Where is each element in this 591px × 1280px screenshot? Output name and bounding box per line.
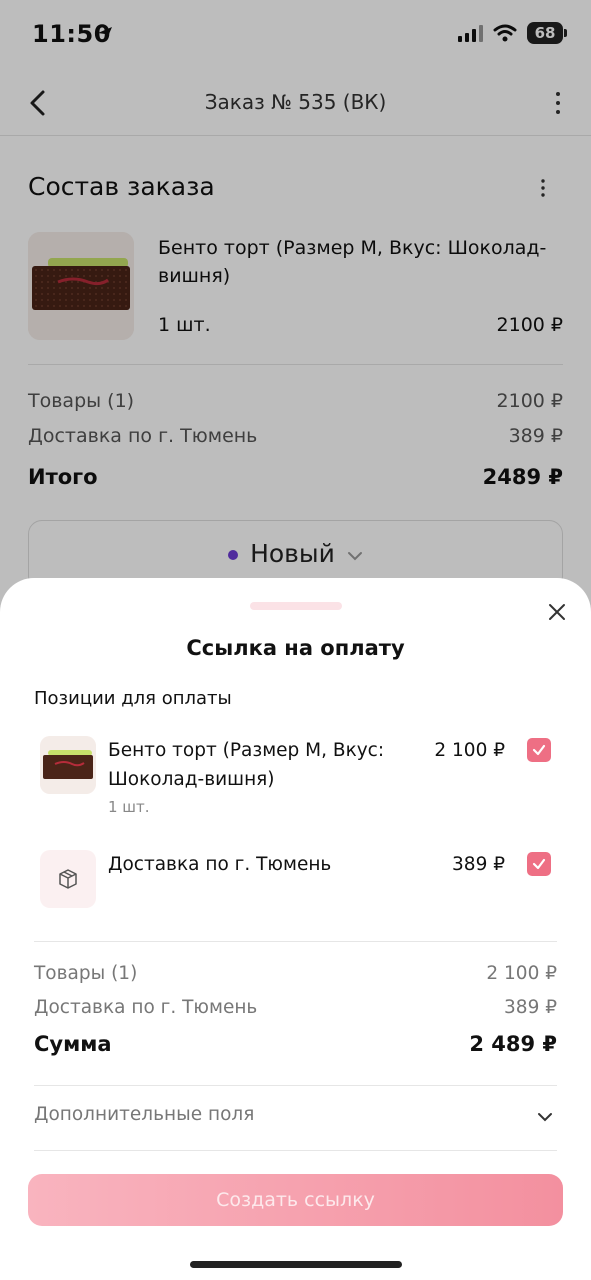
extra-fields-label: Дополнительные поля bbox=[34, 1104, 255, 1125]
sheet-delivery-label: Доставка по г. Тюмень bbox=[34, 997, 258, 1018]
sheet-total-label: Сумма bbox=[34, 1032, 112, 1056]
pay-item-price: 2 100 ₽ bbox=[434, 740, 505, 761]
sheet-goods-label: Товары (1) bbox=[34, 963, 138, 984]
divider bbox=[34, 1150, 557, 1151]
cake-image bbox=[40, 736, 96, 794]
sheet-grabber[interactable] bbox=[250, 602, 342, 610]
close-icon[interactable] bbox=[547, 602, 567, 622]
box-icon bbox=[59, 869, 77, 889]
chevron-down-icon bbox=[538, 1113, 552, 1122]
pay-item-icon-box bbox=[40, 850, 96, 908]
payment-link-sheet: Ссылка на оплату Позиции для оплаты Бент… bbox=[0, 578, 591, 1280]
sheet-delivery-row: Доставка по г. Тюмень 389 ₽ bbox=[34, 997, 557, 1018]
divider bbox=[34, 941, 557, 942]
checkmark-icon bbox=[532, 858, 546, 870]
positions-label: Позиции для оплаты bbox=[34, 688, 232, 709]
sheet-total-row: Сумма 2 489 ₽ bbox=[34, 1032, 557, 1056]
extra-fields-toggle[interactable]: Дополнительные поля bbox=[34, 1104, 557, 1134]
pay-item-name: Бенто торт (Размер M, Вкус: Шоколад-вишн… bbox=[108, 740, 385, 790]
create-link-button[interactable]: Создать ссылку bbox=[28, 1174, 563, 1226]
pay-item-price: 389 ₽ bbox=[452, 854, 505, 875]
sheet-goods-row: Товары (1) 2 100 ₽ bbox=[34, 963, 557, 984]
sheet-goods-value: 2 100 ₽ bbox=[486, 963, 557, 984]
home-indicator bbox=[190, 1261, 402, 1268]
pay-item-qty: 1 шт. bbox=[108, 798, 150, 816]
pay-item-checkbox[interactable] bbox=[527, 852, 551, 876]
divider bbox=[34, 1085, 557, 1086]
pay-item-image bbox=[40, 736, 96, 794]
sheet-total-value: 2 489 ₽ bbox=[469, 1032, 557, 1056]
sheet-delivery-value: 389 ₽ bbox=[504, 997, 557, 1018]
pay-item-cake: Бенто торт (Размер M, Вкус: Шоколад-вишн… bbox=[34, 736, 557, 816]
pay-item-checkbox[interactable] bbox=[527, 738, 551, 762]
checkmark-icon bbox=[532, 744, 546, 756]
pay-item-delivery: Доставка по г. Тюмень 389 ₽ bbox=[34, 850, 557, 910]
sheet-title: Ссылка на оплату bbox=[186, 636, 405, 660]
pay-item-name: Доставка по г. Тюмень bbox=[108, 854, 332, 875]
